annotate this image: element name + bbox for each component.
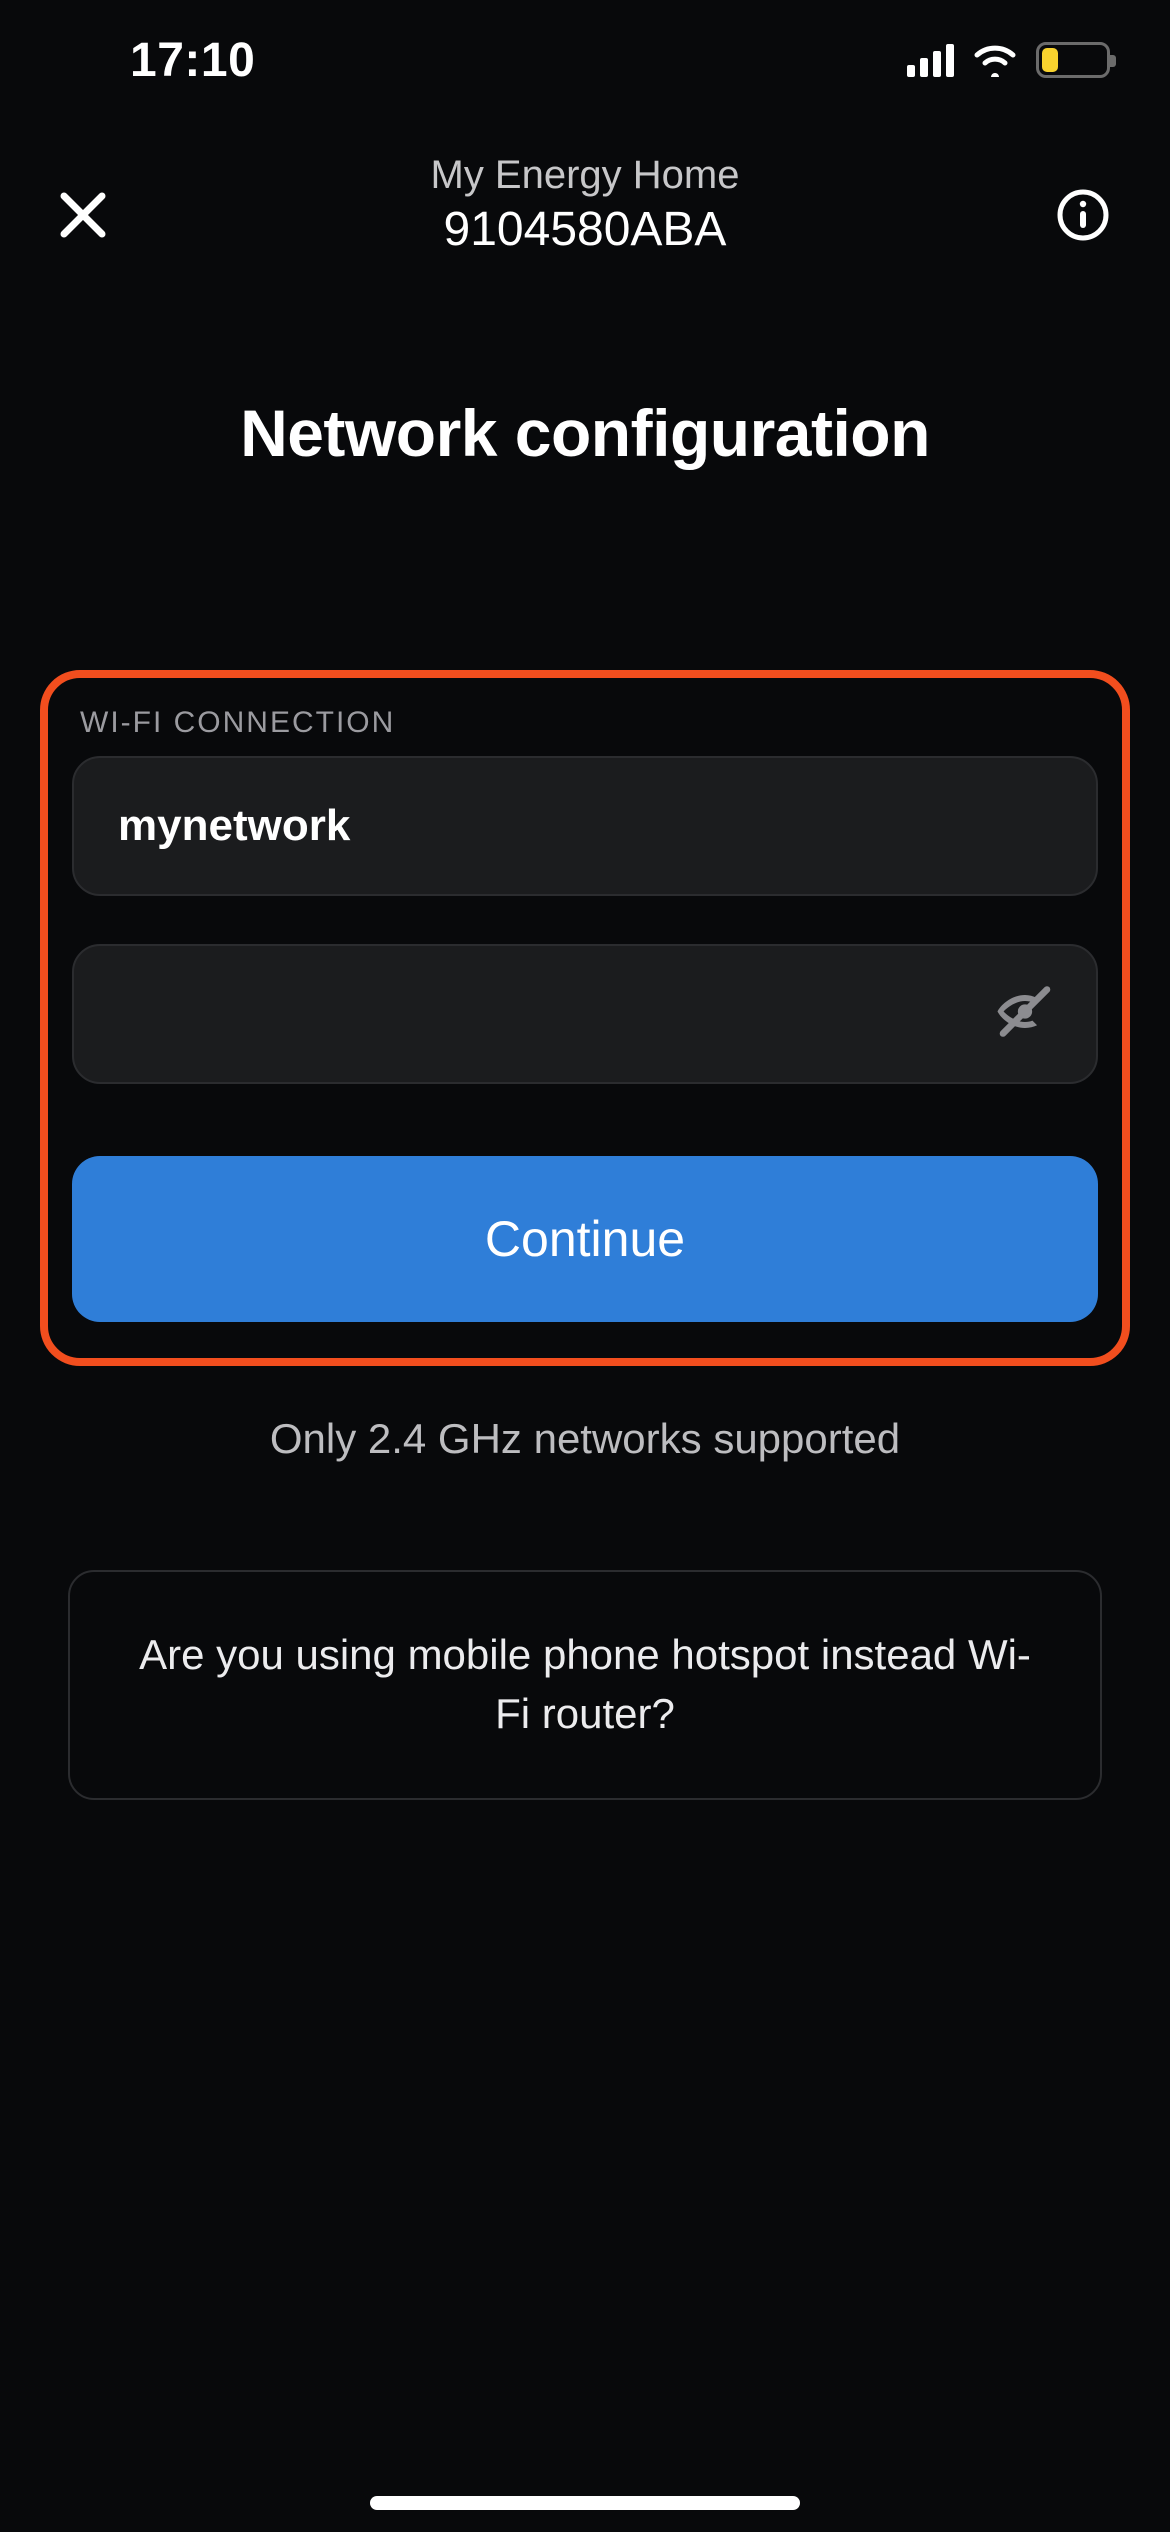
toggle-password-visibility-button[interactable] [992,979,1058,1050]
wifi-frequency-hint: Only 2.4 GHz networks supported [0,1415,1170,1463]
status-indicators [907,42,1110,78]
nav-title: My Energy Home [431,150,740,200]
page-heading: Network configuration [0,395,1170,471]
status-bar: 17:10 [0,0,1170,120]
wifi-section-label: WI-FI CONNECTION [80,706,1098,740]
status-time: 17:10 [130,33,255,88]
ssid-input[interactable] [118,801,1052,851]
close-button[interactable] [58,190,108,245]
wifi-connection-card: WI-FI CONNECTION Continue [40,670,1130,1366]
continue-button[interactable]: Continue [72,1156,1098,1322]
nav-header: My Energy Home 9104580ABA [0,150,1170,260]
home-indicator[interactable] [370,2496,800,2510]
info-button[interactable] [1056,188,1110,247]
nav-titles: My Energy Home 9104580ABA [431,150,740,260]
ssid-field[interactable] [72,756,1098,896]
password-field[interactable] [72,944,1098,1084]
password-input[interactable] [118,989,1052,1039]
hotspot-prompt-card[interactable]: Are you using mobile phone hotspot inste… [68,1570,1102,1800]
cellular-signal-icon [907,43,954,77]
wifi-icon [972,43,1018,77]
nav-subtitle: 9104580ABA [431,200,740,260]
battery-icon [1036,42,1110,78]
